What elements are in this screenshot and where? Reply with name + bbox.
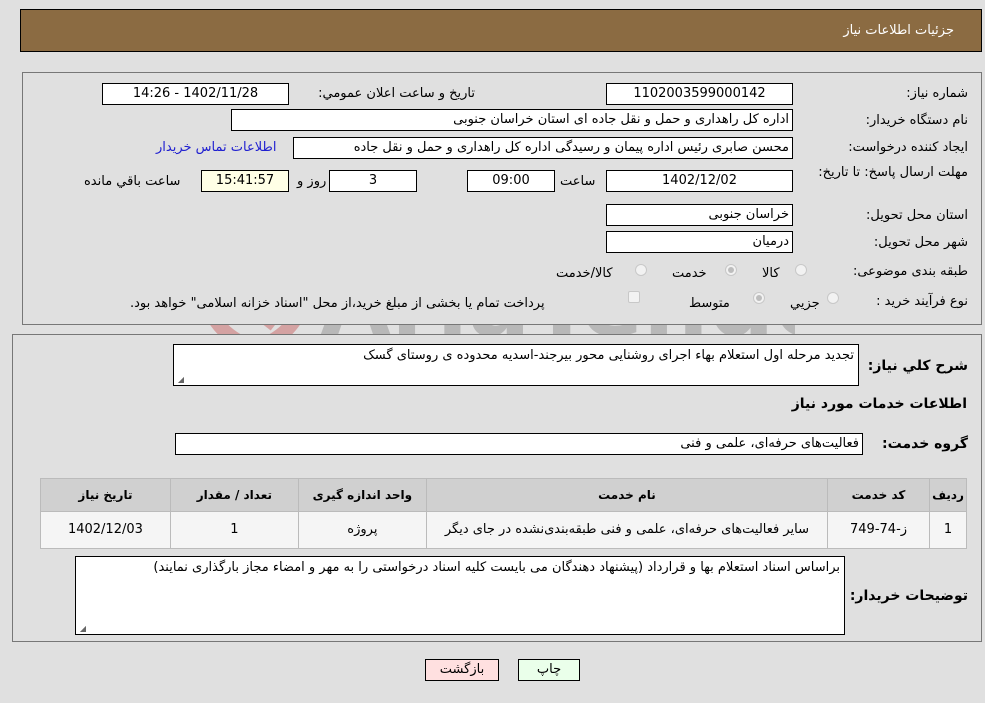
buyer-org-label: نام دستگاه خریدار: [865,113,968,128]
buyer-notes-text: براساس اسناد استعلام بها و قرارداد (پیشن… [153,560,840,575]
category-option-goods-service: کالا/خدمت [556,266,613,281]
category-radio-goods[interactable] [795,264,807,276]
back-button[interactable]: بازگشت [425,659,499,681]
process-radio-minor[interactable] [827,292,839,304]
days-remaining-field: 3 [329,170,417,192]
buyer-contact-link[interactable]: اطلاعات تماس خریدار [156,140,276,155]
col-header-unit: واحد اندازه گیری [297,478,427,512]
cell-service-name: سایر فعالیت‌های حرفه‌ای، علمی و فنی طبقه… [425,511,828,549]
cell-row-number: 1 [929,511,967,549]
cell-unit: پروژه [297,511,427,549]
service-group-field: فعالیت‌های حرفه‌ای، علمی و فنی [175,433,863,455]
col-header-need-date: تاریخ نیاز [40,478,171,512]
buyer-org-field: اداره کل راهداری و حمل و نقل جاده ای است… [231,109,793,131]
category-option-service: خدمت [672,266,707,281]
city-label: شهر محل تحویل: [873,235,968,250]
remaining-time-field: 15:41:57 [201,170,289,192]
page-title: جزئیات اطلاعات نیاز [843,23,954,38]
print-button[interactable]: چاپ [518,659,580,681]
cell-quantity: 1 [169,511,299,549]
cell-need-date: 1402/12/03 [40,511,171,549]
service-group-label: گروه خدمت: [882,436,968,452]
col-header-service-code: کد خدمت [826,478,931,512]
province-label: استان محل تحویل: [866,208,968,223]
resize-grip-icon[interactable]: ◢ [176,376,184,384]
province-field: خراسان جنوبی [606,204,793,226]
col-header-row-number: ردیف [929,478,967,512]
page-header: جزئیات اطلاعات نیاز [20,9,982,52]
deadline-date-field: 1402/12/02 [606,170,793,192]
table-row: 1 ز-74-749 سایر فعالیت‌های حرفه‌ای، علمی… [40,511,967,549]
col-header-service-name: نام خدمت [425,478,828,512]
remaining-time-label: ساعت باقي مانده [84,174,181,189]
buyer-notes-textarea[interactable]: براساس اسناد استعلام بها و قرارداد (پیشن… [75,556,845,635]
buyer-notes-label: توضیحات خریدار: [849,588,968,604]
category-radio-goods-service[interactable] [635,264,647,276]
treasury-checkbox[interactable] [628,291,640,303]
announce-date-label: تاریخ و ساعت اعلان عمومي: [318,86,475,101]
process-option-medium: متوسط [689,296,730,311]
category-radio-service[interactable] [725,264,737,276]
summary-label: شرح كلي نياز: [867,358,968,374]
deadline-time-field: 09:00 [467,170,555,192]
resize-grip-icon[interactable]: ◢ [78,625,86,633]
summary-textarea[interactable]: تجدید مرحله اول استعلام بهاء اجرای روشنا… [173,344,859,386]
cell-service-code: ز-74-749 [826,511,931,549]
creator-label: ایجاد کننده درخواست: [848,140,968,155]
process-radio-medium[interactable] [753,292,765,304]
process-type-label: نوع فرآیند خرید : [876,294,968,309]
city-field: درمیان [606,231,793,253]
process-option-minor: جزیي [790,296,820,311]
services-section-title: اطلاعات خدمات مورد نیاز [791,396,967,412]
services-table: ردیف کد خدمت نام خدمت واحد اندازه گیری ت… [40,478,967,549]
category-option-goods: کالا [762,266,780,281]
col-header-quantity: تعداد / مقدار [169,478,299,512]
need-number-field: 1102003599000142 [606,83,793,105]
table-header-row: ردیف کد خدمت نام خدمت واحد اندازه گیری ت… [40,478,967,512]
days-label: روز و [297,174,327,189]
need-number-label: شماره نیاز: [906,86,968,101]
treasury-note: پرداخت تمام یا بخشی از مبلغ خرید،از محل … [130,296,545,311]
deadline-label: مهلت ارسال پاسخ: تا تاریخ: [818,165,968,180]
announce-date-field: 1402/11/28 - 14:26 [102,83,289,105]
summary-text: تجدید مرحله اول استعلام بهاء اجرای روشنا… [363,348,854,363]
category-label: طبقه بندی موضوعی: [852,264,968,279]
deadline-time-label: ساعت [560,174,596,189]
creator-field: محسن صابری رئیس اداره پیمان و رسیدگی ادا… [293,137,793,159]
